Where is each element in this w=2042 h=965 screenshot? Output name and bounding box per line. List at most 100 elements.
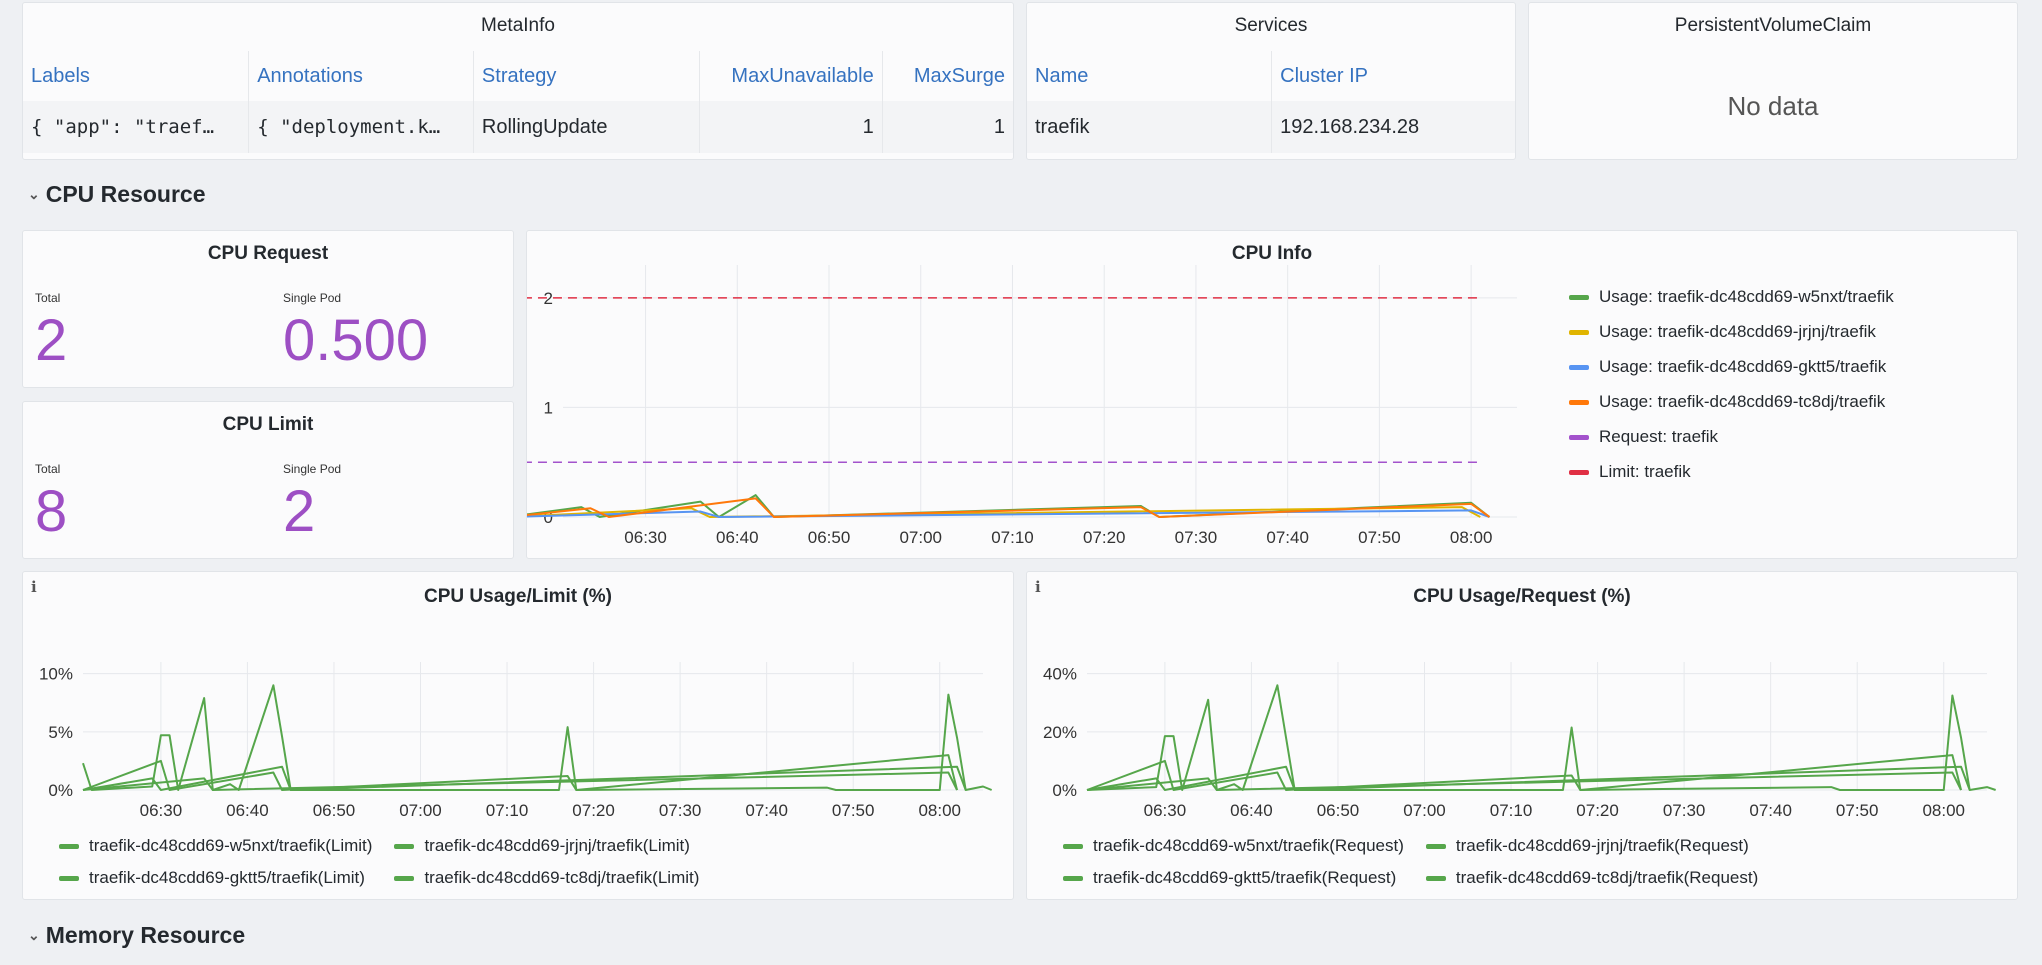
cpu-limit-title: CPU Limit bbox=[222, 414, 314, 435]
cpu-limit-panel: CPU Limit Total 8 Single Pod 2 bbox=[22, 401, 514, 559]
legend-item[interactable]: Limit: traefik bbox=[1569, 462, 1894, 482]
x-tick-label: 07:20 bbox=[572, 801, 615, 820]
x-tick-label: 07:20 bbox=[1083, 528, 1126, 547]
cpu-usage-limit-legend: traefik-dc48cdd69-w5nxt/traefik(Limit) tr… bbox=[59, 836, 699, 888]
legend-label: traefik-dc48cdd69-jrjnj/traefik(Request) bbox=[1455, 836, 1749, 855]
x-tick-label: 07:40 bbox=[1749, 801, 1792, 820]
legend-item[interactable]: traefik-dc48cdd69-w5nxt/traefik(Limit) bbox=[59, 836, 372, 856]
legend-item[interactable]: Usage: traefik-dc48cdd69-jrjnj/traefik bbox=[1569, 322, 1894, 342]
cpu-usage-request-legend: traefik-dc48cdd69-w5nxt/traefik(Request)… bbox=[1063, 836, 1758, 888]
cpu-usage-request-chart: 06:30 06:40 06:50 07:00 07:10 07:20 07:30 07:40… bbox=[1043, 662, 1996, 820]
strategy-cell: RollingUpdate bbox=[473, 101, 700, 153]
y-tick-label: 0% bbox=[48, 781, 73, 800]
pvc-title: PersistentVolumeClaim bbox=[1674, 15, 1872, 36]
single-pod-value: 2 bbox=[283, 479, 316, 544]
x-tick-label: 06:40 bbox=[716, 528, 759, 547]
legend-item[interactable]: traefik-dc48cdd69-tc8dj/traefik(Limit) bbox=[394, 868, 699, 888]
total-label: Total bbox=[35, 462, 61, 476]
y-tick-label: 40% bbox=[1043, 665, 1077, 684]
legend-label: traefik-dc48cdd69-w5nxt/traefik(Request) bbox=[1093, 836, 1404, 855]
x-tick-label: 07:10 bbox=[991, 528, 1034, 547]
total-label: Total bbox=[35, 291, 61, 305]
services-panel: Services Name Cluster IP traefik 192.168… bbox=[1026, 2, 1516, 160]
x-tick-label: 06:40 bbox=[226, 801, 269, 820]
x-tick-label: 07:00 bbox=[1403, 801, 1446, 820]
x-tick-label: 06:30 bbox=[624, 528, 667, 547]
x-tick-label: 08:00 bbox=[1922, 801, 1965, 820]
services-table: Name Cluster IP traefik 192.168.234.28 bbox=[1027, 51, 1515, 153]
legend-swatch bbox=[1425, 843, 1446, 849]
legend-item[interactable]: Usage: traefik-dc48cdd69-tc8dj/traefik bbox=[1569, 392, 1894, 412]
memory-resource-row-header[interactable]: ⌄ Memory Resource bbox=[28, 922, 245, 949]
cpu-resource-row-header[interactable]: ⌄ CPU Resource bbox=[28, 181, 206, 208]
x-tick-label: 07:50 bbox=[1836, 801, 1879, 820]
x-tick-label: 06:40 bbox=[1230, 801, 1273, 820]
column-header-name[interactable]: Name bbox=[1027, 51, 1273, 101]
y-tick-label: 0% bbox=[1052, 781, 1077, 800]
legend-swatch bbox=[59, 843, 79, 849]
maxsurge-cell: 1 bbox=[882, 101, 1013, 153]
legend-item[interactable]: traefik-dc48cdd69-tc8dj/traefik(Request) bbox=[1425, 868, 1758, 888]
annotations-cell[interactable]: { "deployment.k… bbox=[248, 101, 474, 153]
y-tick-label: 10% bbox=[39, 665, 73, 684]
pvc-panel: PersistentVolumeClaim No data bbox=[1528, 2, 2018, 160]
legend-label: Usage: traefik-dc48cdd69-tc8dj/traefik bbox=[1599, 392, 1886, 411]
series-line-1[interactable] bbox=[1086, 754, 1963, 791]
legend-item[interactable]: Usage: traefik-dc48cdd69-w5nxt/traefik bbox=[1569, 287, 1894, 307]
legend-item[interactable]: traefik-dc48cdd69-jrjnj/traefik(Request) bbox=[1425, 836, 1758, 856]
column-header-cluster-ip[interactable]: Cluster IP bbox=[1271, 51, 1515, 101]
cpu-usage-limit-chart: 06:30 06:40 06:50 07:00 07:10 07:20 07:30 07:40… bbox=[39, 662, 993, 820]
legend-item[interactable]: traefik-dc48cdd69-gktt5/traefik(Request) bbox=[1063, 868, 1404, 888]
cpu-request-panel: CPU Request Total 2 Single Pod 0.500 bbox=[22, 230, 514, 388]
x-tick-label: 07:30 bbox=[659, 801, 702, 820]
legend-swatch bbox=[1569, 434, 1589, 440]
maxunavailable-cell: 1 bbox=[699, 101, 883, 153]
x-tick-label: 07:00 bbox=[399, 801, 442, 820]
legend-label: traefik-dc48cdd69-tc8dj/traefik(Limit) bbox=[424, 868, 700, 887]
x-tick-label: 07:00 bbox=[899, 528, 942, 547]
total-value: 2 bbox=[35, 308, 68, 373]
series-line-1[interactable] bbox=[82, 754, 959, 791]
table-row: { "app": "traef… { "deployment.k… Rollin… bbox=[23, 101, 1013, 153]
single-pod-label: Single Pod bbox=[283, 291, 342, 305]
x-tick-label: 08:00 bbox=[918, 801, 961, 820]
column-header-strategy[interactable]: Strategy bbox=[473, 51, 700, 101]
legend-label: traefik-dc48cdd69-jrjnj/traefik(Limit) bbox=[424, 836, 690, 855]
metainfo-title: MetaInfo bbox=[481, 15, 555, 36]
legend-item[interactable]: Usage: traefik-dc48cdd69-gktt5/traefik bbox=[1569, 357, 1894, 377]
legend-item[interactable]: traefik-dc48cdd69-gktt5/traefik(Limit) bbox=[59, 868, 372, 888]
cluster-ip-cell: 192.168.234.28 bbox=[1271, 101, 1515, 153]
cpu-request-title: CPU Request bbox=[207, 243, 329, 264]
legend-label: traefik-dc48cdd69-gktt5/traefik(Request) bbox=[1093, 868, 1397, 887]
legend-swatch bbox=[1063, 875, 1083, 881]
x-tick-label: 07:30 bbox=[1663, 801, 1706, 820]
x-tick-label: 06:30 bbox=[1144, 801, 1187, 820]
legend-swatch bbox=[1569, 399, 1589, 405]
legend-swatch bbox=[1569, 294, 1589, 300]
total-value: 8 bbox=[35, 479, 68, 544]
legend-swatch bbox=[1569, 469, 1589, 475]
labels-cell[interactable]: { "app": "traef… bbox=[23, 101, 250, 153]
column-header-annotations[interactable]: Annotations bbox=[248, 51, 474, 101]
legend-label: Limit: traefik bbox=[1599, 462, 1691, 481]
single-pod-label: Single Pod bbox=[283, 462, 342, 476]
legend-item[interactable]: traefik-dc48cdd69-jrjnj/traefik(Limit) bbox=[394, 836, 699, 856]
legend-item[interactable]: Request: traefik bbox=[1569, 427, 1894, 447]
x-tick-label: 07:50 bbox=[1358, 528, 1401, 547]
column-header-maxsurge[interactable]: MaxSurge bbox=[882, 51, 1013, 101]
column-header-labels[interactable]: Labels bbox=[23, 51, 250, 101]
chevron-down-icon: ⌄ bbox=[28, 186, 40, 202]
y-tick-label: 20% bbox=[1043, 723, 1077, 742]
legend-item[interactable]: traefik-dc48cdd69-w5nxt/traefik(Request) bbox=[1063, 836, 1404, 856]
legend-label: Request: traefik bbox=[1599, 427, 1719, 446]
y-tick-label: 5% bbox=[48, 723, 73, 742]
column-header-maxunavailable[interactable]: MaxUnavailable bbox=[699, 51, 883, 101]
y-tick-label: 1 bbox=[544, 398, 553, 417]
x-tick-label: 06:50 bbox=[313, 801, 356, 820]
legend-label: Usage: traefik-dc48cdd69-jrjnj/traefik bbox=[1599, 322, 1876, 341]
legend-swatch bbox=[59, 875, 79, 881]
legend-label: Usage: traefik-dc48cdd69-w5nxt/traefik bbox=[1599, 287, 1894, 306]
x-tick-label: 07:10 bbox=[1490, 801, 1533, 820]
legend-swatch bbox=[1569, 329, 1589, 335]
x-tick-label: 08:00 bbox=[1450, 528, 1493, 547]
